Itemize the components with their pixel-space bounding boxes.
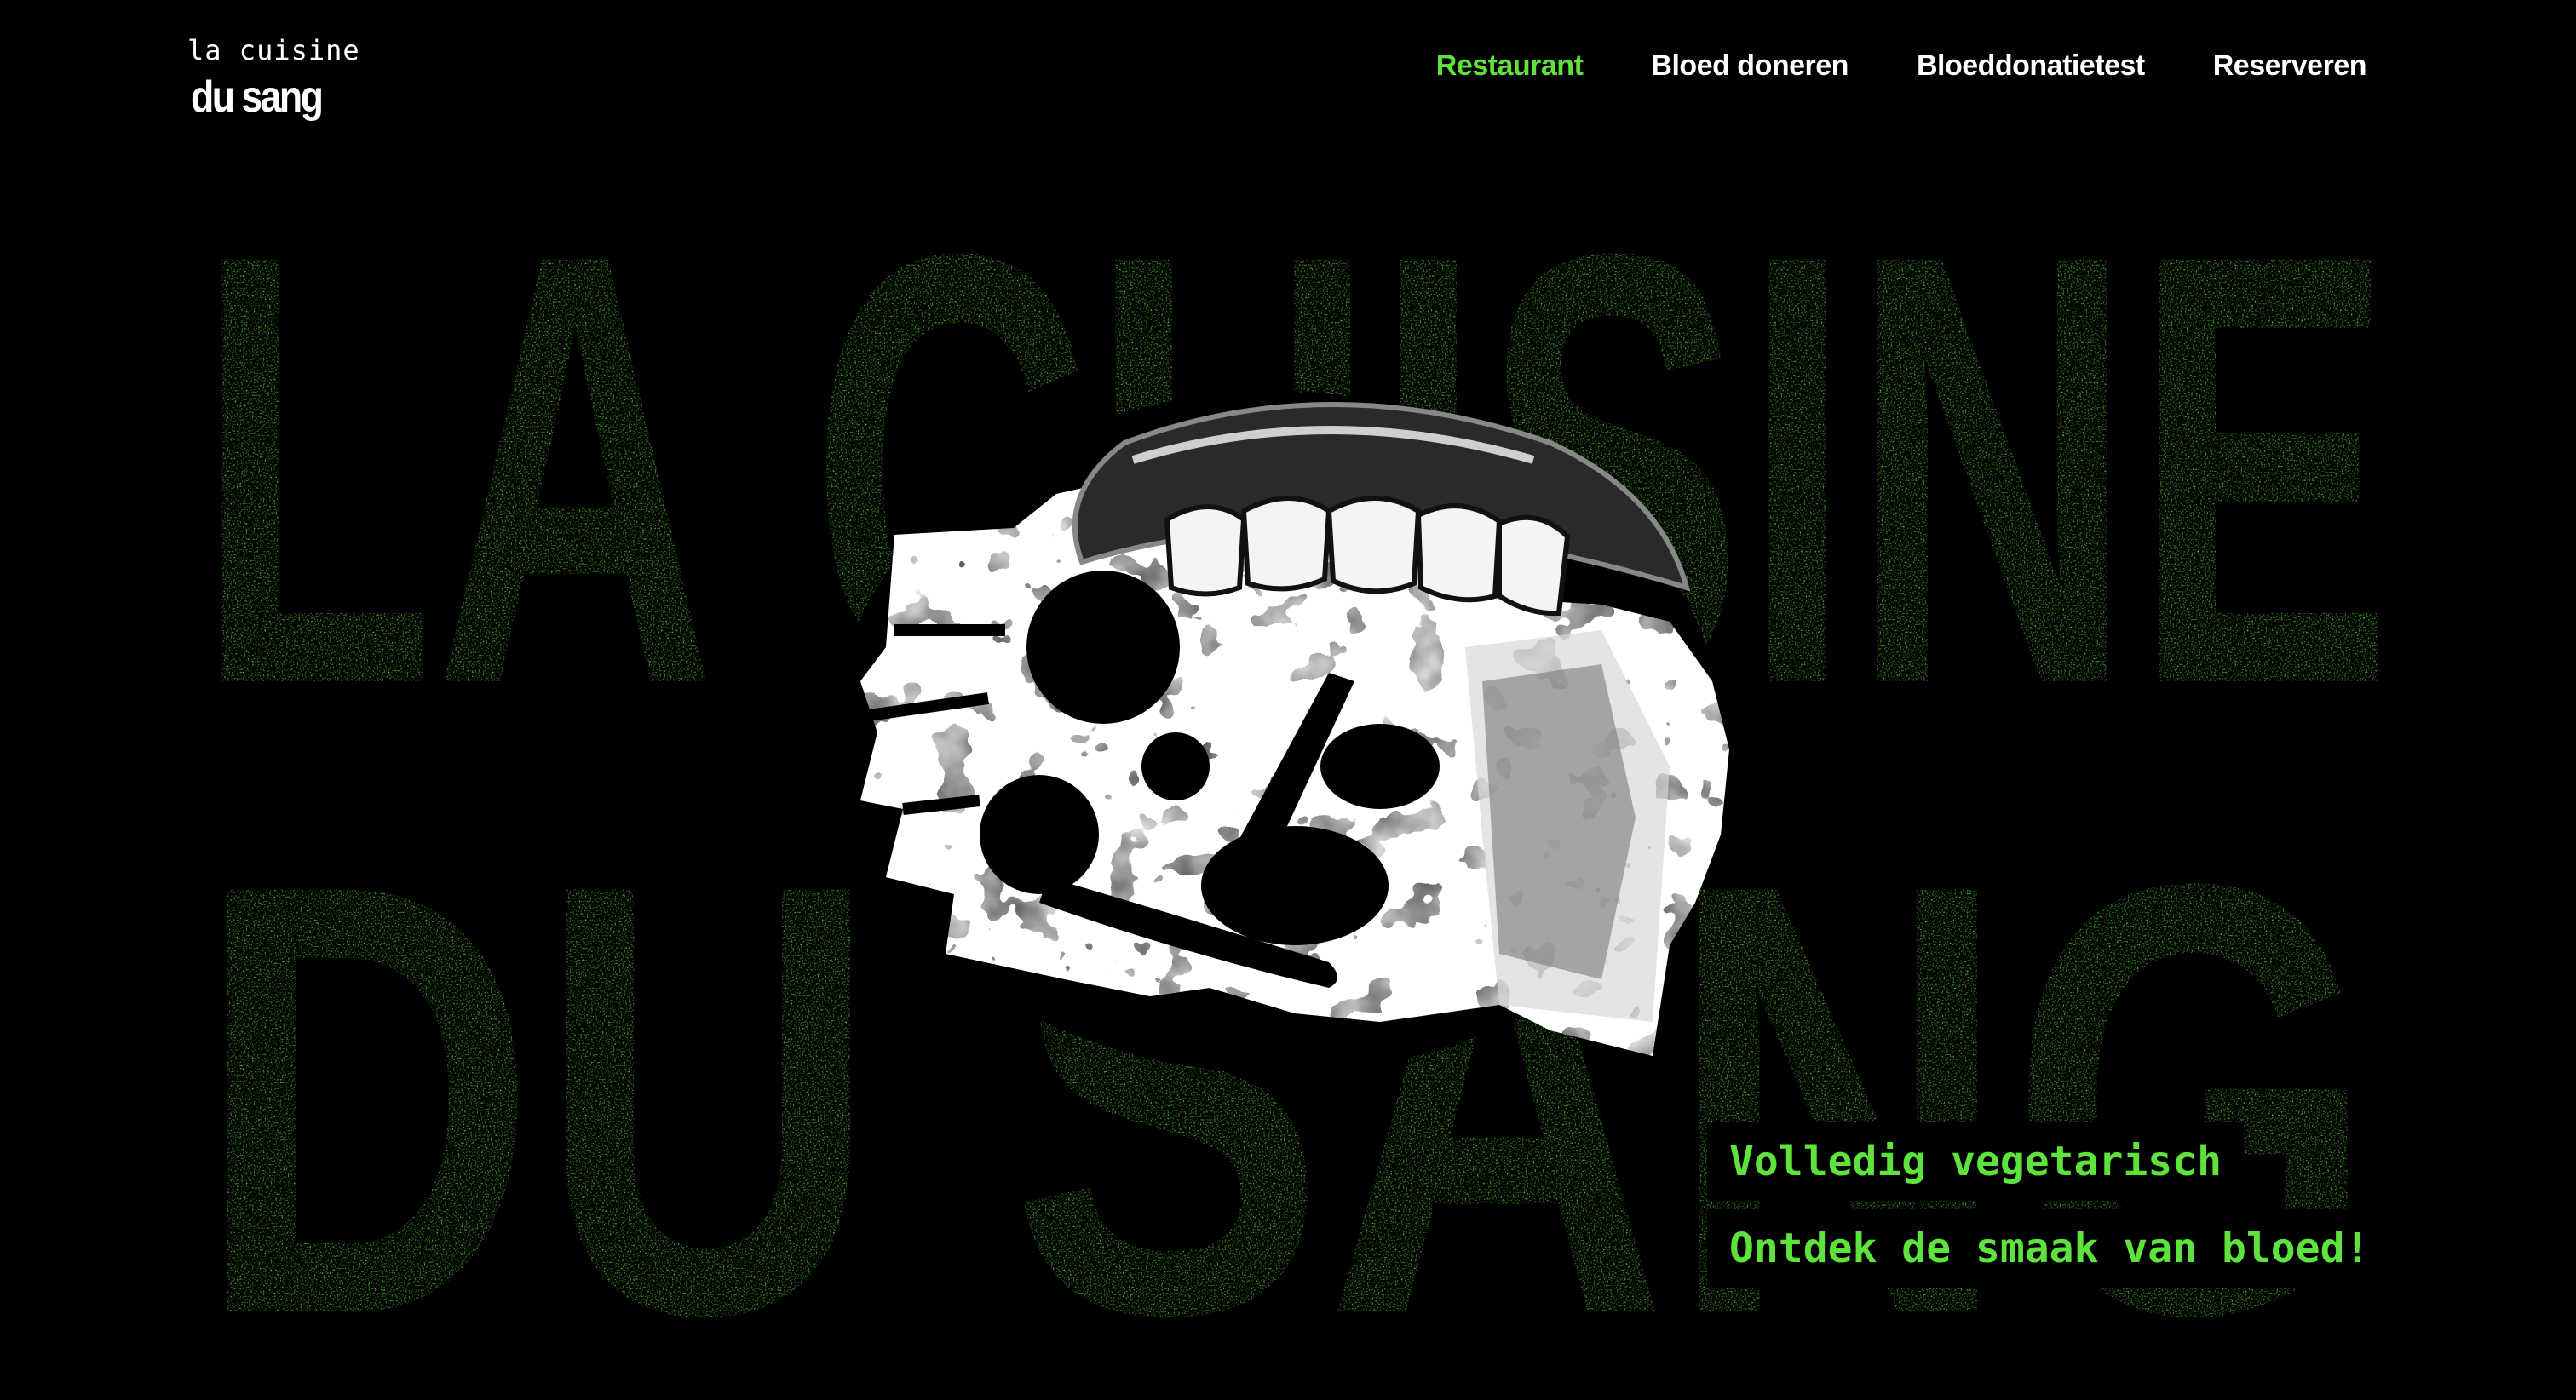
page: la cuisine du sang Restaurant Bloed done… (0, 0, 2576, 1400)
tagline-vegetarian: Volledig vegetarisch (1707, 1122, 2244, 1201)
hero-collage-image (835, 392, 1729, 1073)
tagline-discover-taste: Ontdek de smaak van bloed! (1707, 1209, 2392, 1288)
